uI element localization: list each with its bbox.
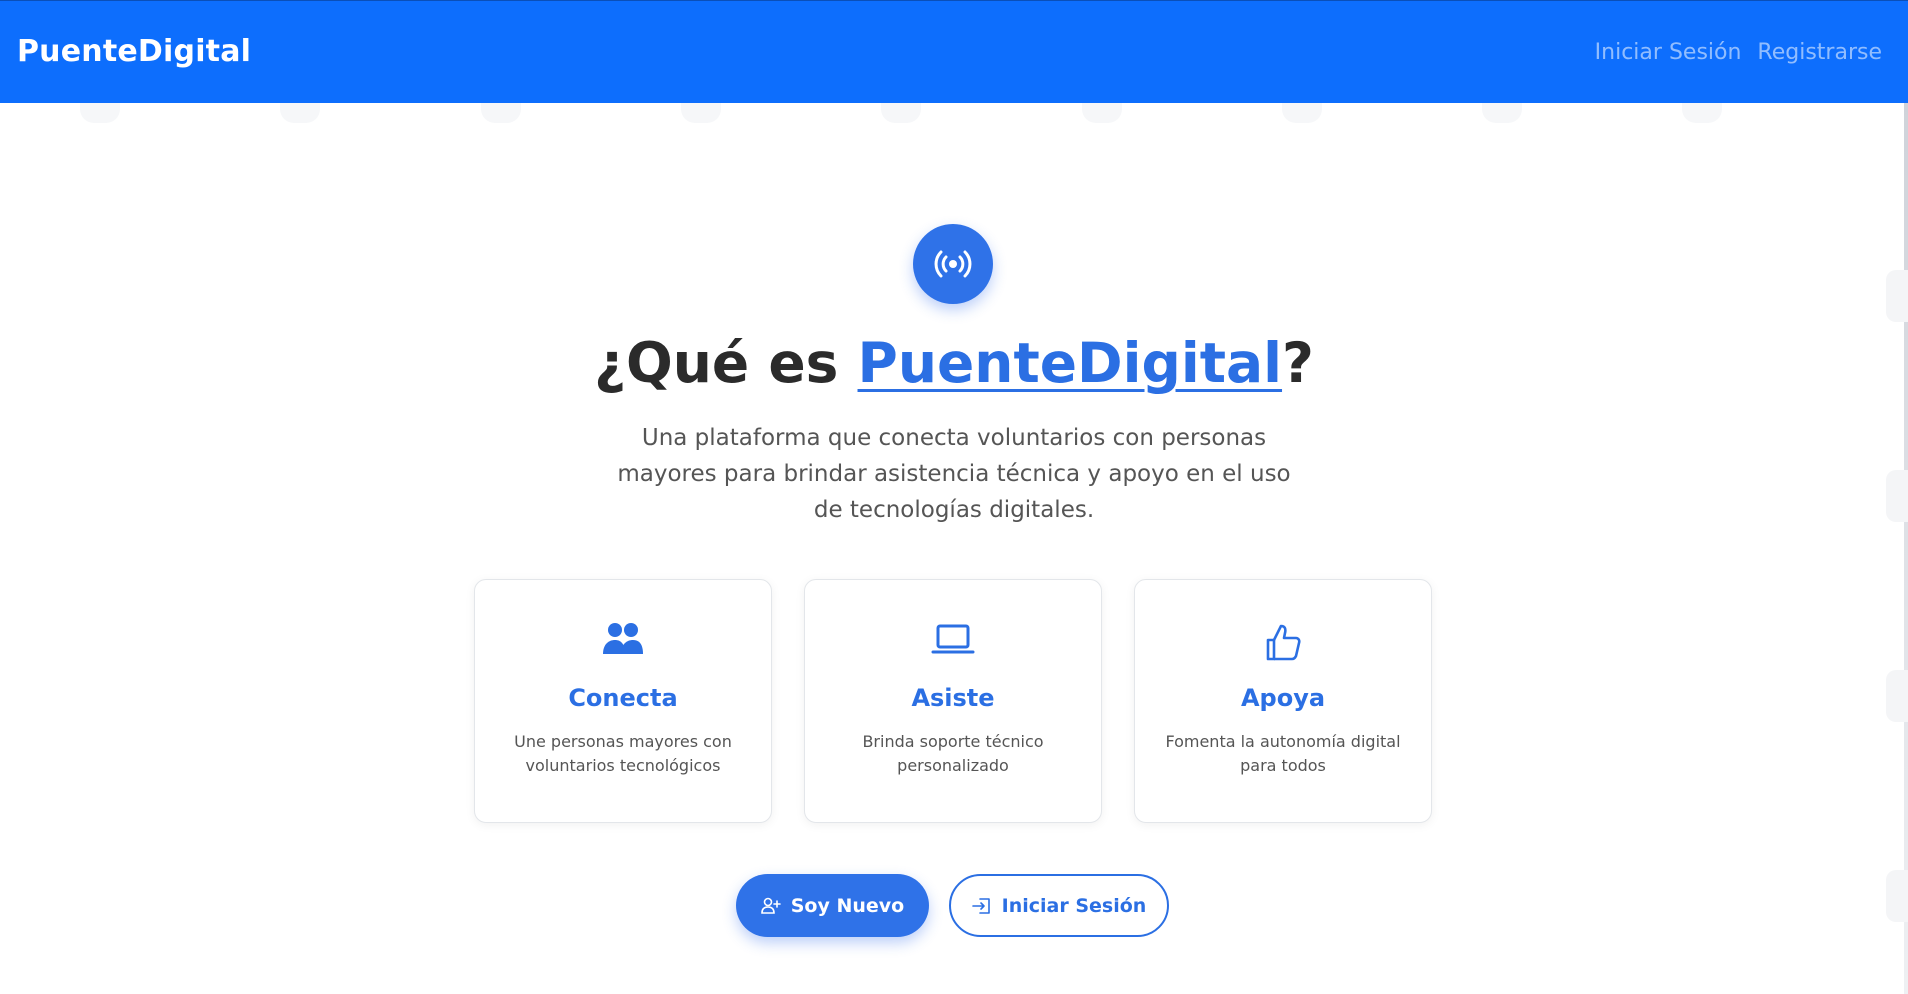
iniciar-sesion-button[interactable]: Iniciar Sesión xyxy=(949,874,1169,937)
hero-title-prefix: ¿Qué es xyxy=(594,331,858,395)
scrollbar-track[interactable] xyxy=(1904,103,1908,994)
hero-description: Una plataforma que conecta voluntarios c… xyxy=(617,425,1291,523)
soy-nuevo-button[interactable]: Soy Nuevo xyxy=(736,874,929,937)
feature-card-conecta: Conecta Une personas mayores con volunta… xyxy=(474,579,772,823)
edge-decoration xyxy=(1886,670,1908,722)
people-icon xyxy=(475,620,771,664)
iniciar-sesion-label: Iniciar Sesión xyxy=(1001,894,1147,917)
feature-description: Fomenta la autonomía digital para todos xyxy=(1165,732,1401,775)
feature-card-apoya: Apoya Fomenta la autonomía digital para … xyxy=(1134,579,1432,823)
hero-title: ¿Qué es PuenteDigital? xyxy=(0,331,1908,395)
feature-title: Conecta xyxy=(568,684,678,712)
laptop-icon xyxy=(805,620,1101,664)
nav-links: Iniciar Sesión Registrarse xyxy=(1595,40,1882,65)
edge-decoration xyxy=(1886,870,1908,922)
feature-description: Brinda soporte técnico personalizado xyxy=(862,732,1044,775)
sign-in-icon xyxy=(971,897,990,914)
feature-description: Une personas mayores con voluntarios tec… xyxy=(514,732,732,775)
feature-card-asiste: Asiste Brinda soporte técnico personaliz… xyxy=(804,579,1102,823)
thumbs-up-icon xyxy=(1135,620,1431,664)
edge-decoration xyxy=(1886,270,1908,322)
edge-decoration xyxy=(1886,470,1908,522)
decorative-pattern xyxy=(0,103,1908,125)
feature-title: Apoya xyxy=(1240,684,1326,712)
hero-title-suffix: ? xyxy=(1282,331,1314,395)
feature-title: Asiste xyxy=(911,684,995,712)
soy-nuevo-label: Soy Nuevo xyxy=(790,894,905,917)
hero-title-brand: PuenteDigital xyxy=(857,331,1283,395)
navbar: PuenteDigital Iniciar Sesión Registrarse xyxy=(0,0,1908,103)
brand-logo[interactable]: PuenteDigital xyxy=(17,34,251,69)
nav-link-login[interactable]: Iniciar Sesión xyxy=(1595,40,1742,65)
broadcast-icon xyxy=(913,224,993,304)
person-plus-icon xyxy=(760,897,781,914)
nav-link-register[interactable]: Registrarse xyxy=(1757,40,1882,65)
